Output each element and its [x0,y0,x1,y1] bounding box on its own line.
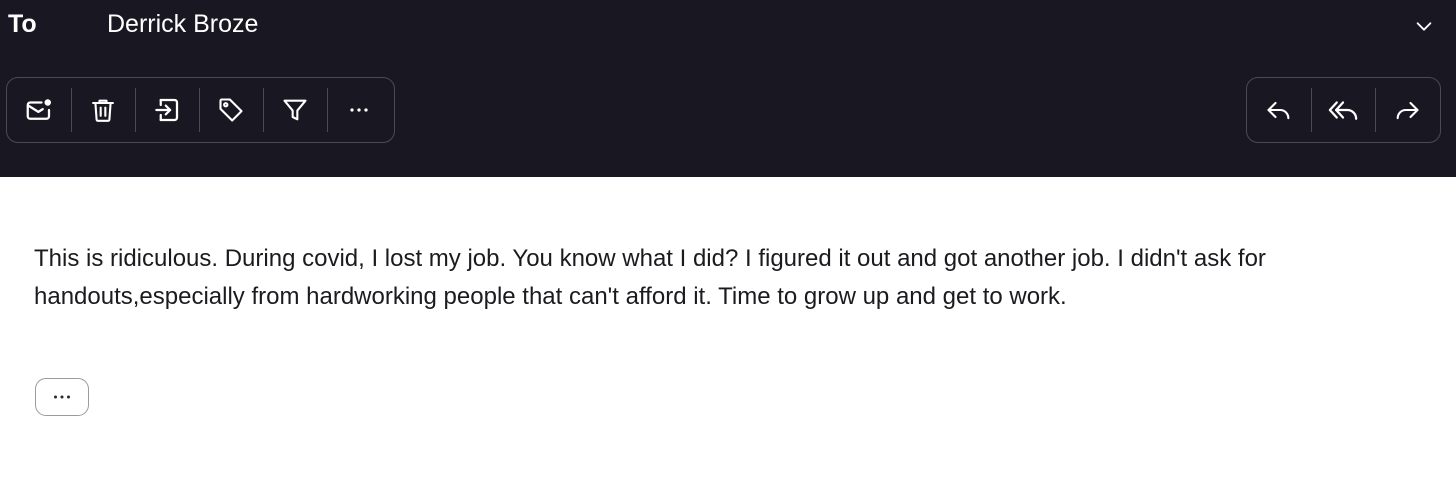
move-to-folder-icon [155,98,179,122]
message-actions-toolbar [6,77,395,143]
more-horizontal-icon [53,395,71,399]
label-button[interactable] [199,78,263,142]
recipient-name[interactable]: Derrick Broze [107,10,258,39]
forward-icon [1396,101,1419,120]
tag-icon [219,98,243,122]
reply-all-icon [1328,101,1358,120]
chevron-down-icon [1416,22,1432,31]
forward-button[interactable] [1375,78,1439,142]
more-horizontal-icon [350,108,368,112]
move-to-folder-button[interactable] [135,78,199,142]
delete-button[interactable] [71,78,135,142]
trash-icon [92,99,114,122]
reply-button[interactable] [1247,78,1311,142]
filter-button[interactable] [263,78,327,142]
message-body: This is ridiculous. During covid, I lost… [34,245,1266,310]
mark-unread-icon [26,99,51,120]
to-label: To [8,10,37,38]
mark-unread-button[interactable] [7,78,71,142]
reply-actions-toolbar [1246,77,1441,143]
reply-all-button[interactable] [1311,78,1375,142]
reply-icon [1267,101,1290,120]
filter-icon [283,99,307,121]
message-header: To Derrick Broze [0,0,1456,177]
expand-recipients-button[interactable] [1410,12,1438,40]
show-quoted-text-button[interactable] [35,378,89,416]
more-actions-button[interactable] [327,78,391,142]
